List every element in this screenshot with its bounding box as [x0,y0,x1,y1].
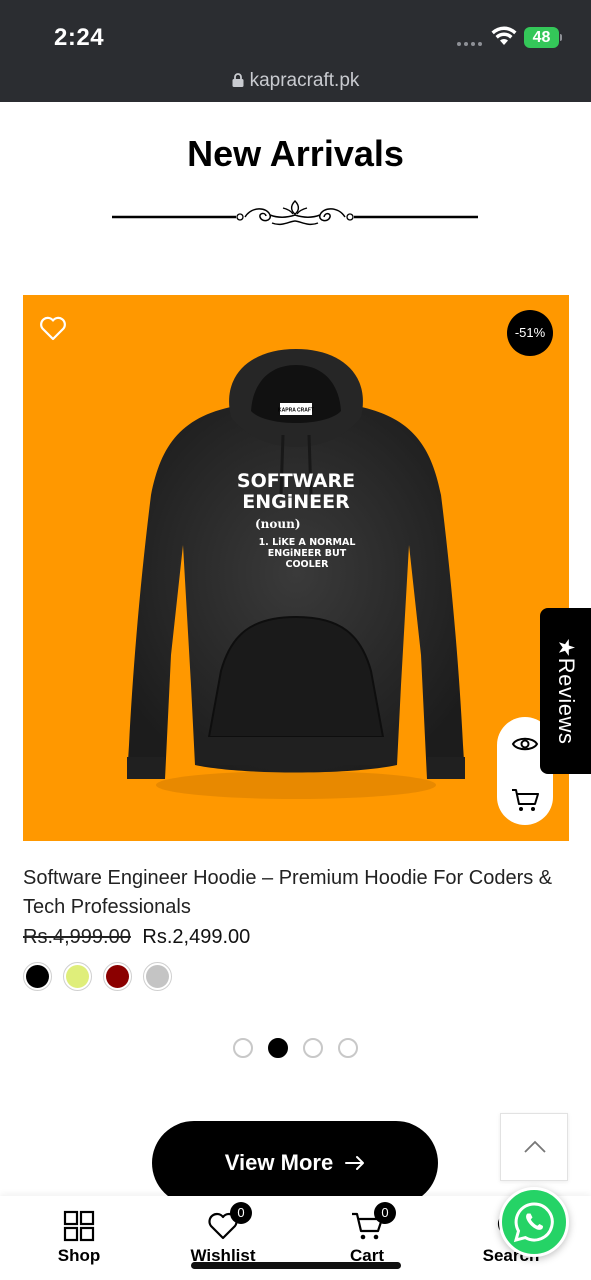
arrow-right-icon [345,1156,365,1170]
hoodie-print-line6: COOLER [286,559,330,570]
url-bar[interactable]: kapracraft.pk [0,70,591,92]
cart-icon-wrap: 0 [350,1202,396,1242]
whatsapp-icon [513,1202,554,1243]
title-ornament [112,200,478,226]
battery-indicator: 48 [524,27,562,48]
color-swatches [23,962,172,991]
discount-badge: -51% [507,310,553,356]
wifi-icon [491,26,517,45]
color-swatch-grey[interactable] [143,962,172,991]
price-original: Rs.4,999.00 [23,926,131,948]
url-text: kapracraft.pk [249,70,360,91]
cart-icon[interactable] [511,787,539,813]
view-more-button[interactable]: View More [152,1121,438,1205]
product-image[interactable]: -51% KAPRA CRAFT SOFTWARE ENGiNEER (noun… [23,295,569,841]
wishlist-count-badge: 0 [230,1202,252,1224]
section-title: New Arrivals [187,133,404,174]
view-more-label: View More [224,1150,334,1175]
nav-shop[interactable]: Shop [24,1210,134,1266]
carousel-dot[interactable] [338,1038,358,1058]
hoodie-print-line5: ENGiNEER BUT [268,548,347,559]
reviews-label: ★Reviews [553,637,579,745]
grid-icon [63,1210,95,1242]
battery-level: 48 [532,29,551,46]
status-bar: 2:24 48 kapracraft.pk [0,0,591,102]
hoodie-print-line4: 1. LiKE A NORMAL [259,537,356,548]
carousel-dot[interactable] [303,1038,323,1058]
hoodie-image: KAPRA CRAFT SOFTWARE ENGiNEER (noun) 1. … [127,349,465,799]
hoodie-brand-tag: KAPRA CRAFT [278,408,314,414]
color-swatch-maroon[interactable] [103,962,132,991]
color-swatch-lime[interactable] [63,962,92,991]
heart-icon[interactable] [39,315,67,341]
nav-wishlist[interactable]: 0 Wishlist [168,1202,278,1266]
cellular-signal-icon [457,42,482,46]
nav-shop-label: Shop [57,1246,101,1265]
hoodie-print-line2: ENGiNEER [242,491,350,513]
color-swatch-black[interactable] [23,962,52,991]
whatsapp-chat-button[interactable] [499,1187,569,1257]
price-sale: Rs.2,499.00 [142,926,251,948]
eye-icon[interactable] [511,734,539,754]
status-time: 2:24 [54,24,105,51]
lock-icon [232,73,244,87]
reviews-tab[interactable]: ★Reviews [540,608,591,774]
chevron-up-icon [524,1140,546,1153]
hoodie-print-line1: SOFTWARE [237,470,355,492]
home-indicator [191,1262,401,1269]
carousel-dot[interactable] [268,1038,288,1058]
scroll-to-top-button[interactable] [500,1113,568,1181]
price-row: Rs.4,999.00 Rs.2,499.00 [23,926,250,949]
nav-cart[interactable]: 0 Cart [312,1202,422,1266]
carousel-pagination [233,1038,358,1058]
carousel-dot[interactable] [233,1038,253,1058]
wishlist-icon-wrap: 0 [206,1202,252,1242]
product-title[interactable]: Software Engineer Hoodie – Premium Hoodi… [23,864,573,922]
cart-count-badge: 0 [374,1202,396,1224]
hoodie-print-line3: (noun) [255,517,301,531]
